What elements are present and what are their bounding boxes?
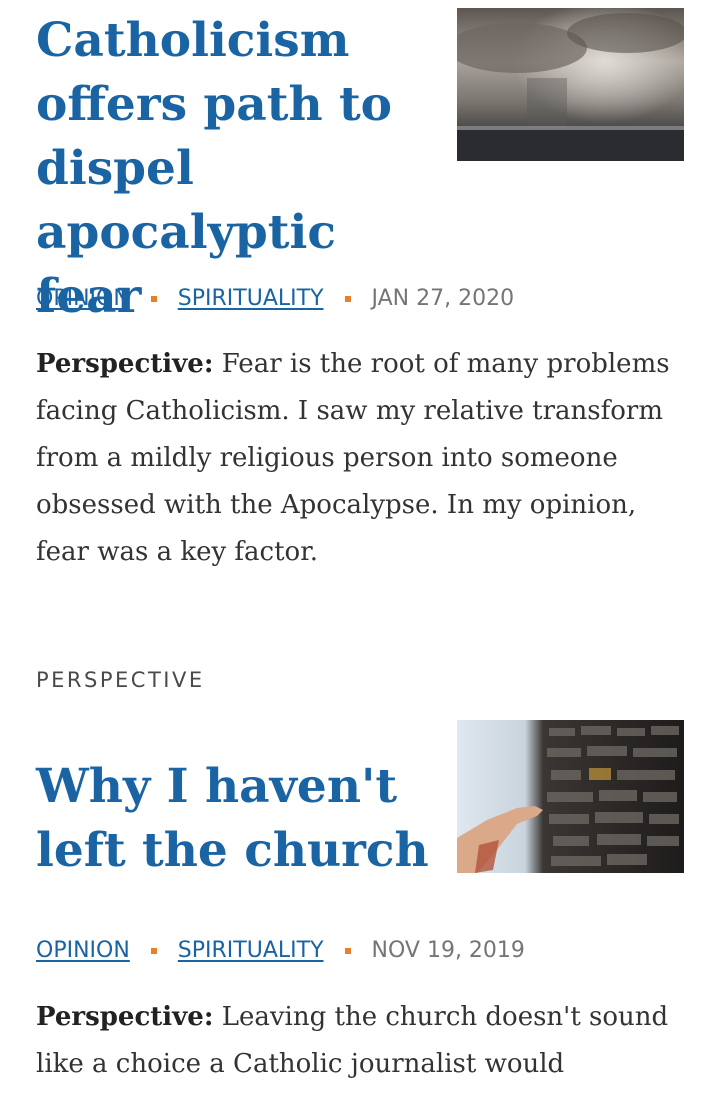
category-link-spirituality[interactable]: SPIRITUALITY [178,938,324,963]
category-link-spirituality[interactable]: SPIRITUALITY [178,286,324,311]
separator-dot [344,947,351,954]
article-card: Catholicism offers path to dispel apocal… [36,0,684,567]
section-eyebrow: PERSPECTIVE [36,668,205,692]
hand-touching-door-photo [457,720,684,873]
article-thumbnail[interactable] [457,720,684,873]
article-headline[interactable]: Why I haven't left the church [36,700,441,883]
teaser-prefix: Perspective: [36,349,214,379]
article-headline[interactable]: Catholicism offers path to dispel apocal… [36,0,436,329]
article-card: PERSPECTIVE Why I haven't left the churc… [36,660,684,1079]
category-link-opinion[interactable]: OPINION [36,938,130,963]
article-date: JAN 27, 2020 [371,286,515,311]
teaser-text: Fear is the root of many problems facing… [36,349,670,567]
article-meta: OPINION SPIRITUALITY NOV 19, 2019 [36,938,525,963]
teaser-prefix: Perspective: [36,1002,214,1032]
separator-dot [344,295,351,302]
article-meta: OPINION SPIRITUALITY JAN 27, 2020 [36,286,514,311]
article-teaser: Perspective: Fear is the root of many pr… [36,341,684,576]
storm-clouds-photo [457,8,684,161]
separator-dot [150,947,157,954]
category-link-opinion[interactable]: OPINION [36,286,130,311]
separator-dot [150,295,157,302]
article-teaser: Perspective: Leaving the church doesn't … [36,994,684,1088]
article-date: NOV 19, 2019 [371,938,525,963]
article-thumbnail[interactable] [457,8,684,161]
